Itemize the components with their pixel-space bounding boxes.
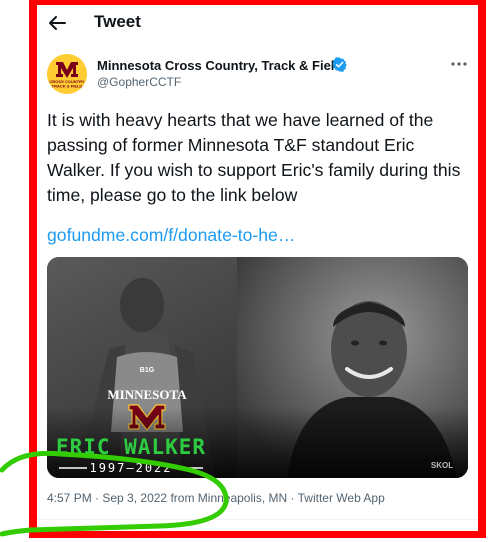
tweet-time[interactable]: 4:57 PM [47, 491, 92, 505]
tweet-image[interactable]: B1G MINNESOTA ERIC WALKER 1997—2022 SKOL [47, 257, 468, 478]
tweet-date[interactable]: Sep 3, 2022 [102, 491, 167, 505]
red-annotation-left [29, 0, 37, 538]
meta-separator-2: · [287, 491, 298, 505]
watermark-text: SKOL [431, 461, 453, 470]
red-annotation-bottom [29, 531, 486, 538]
author-handle[interactable]: @GopherCCTF [97, 75, 181, 89]
page-title: Tweet [94, 12, 141, 31]
arrow-left-icon[interactable] [47, 14, 67, 32]
tweet-link[interactable]: gofundme.com/f/donate-to-he… [47, 223, 295, 248]
jersey-text: MINNESOTA [107, 387, 187, 402]
page-header: Tweet [37, 5, 478, 41]
tweet-meta: 4:57 PM · Sep 3, 2022 from Minneapolis, … [47, 491, 385, 505]
minnesota-m-logo: CROSS COUNTRY TRACK & FIELD [47, 54, 87, 94]
author-name[interactable]: Minnesota Cross Country, Track & Field [97, 58, 342, 73]
tweet-text: It is with heavy hearts that we have lea… [47, 110, 461, 205]
meta-separator: · [91, 491, 103, 505]
memorial-photo: B1G MINNESOTA ERIC WALKER 1997—2022 SKOL [47, 257, 468, 478]
tweet-source-app[interactable]: Twitter Web App [298, 491, 385, 505]
verified-badge-icon [332, 57, 347, 72]
red-annotation-right [478, 0, 486, 538]
tweet-author: CROSS COUNTRY TRACK & FIELD Minnesota Cr… [47, 54, 471, 98]
avatar[interactable]: CROSS COUNTRY TRACK & FIELD [47, 54, 87, 94]
divider [37, 519, 478, 520]
tweet-detail-screen: Tweet CROSS COUNTRY TRACK & FIELD Minnes… [0, 0, 488, 542]
svg-text:TRACK & FIELD: TRACK & FIELD [52, 84, 83, 89]
memorial-name: ERIC WALKER [56, 435, 206, 459]
jersey-badge: B1G [140, 367, 155, 374]
tweet-location: from Minneapolis, MN [167, 491, 288, 505]
more-horizontal-icon[interactable] [450, 57, 468, 71]
memorial-years: 1997—2022 [89, 461, 172, 475]
